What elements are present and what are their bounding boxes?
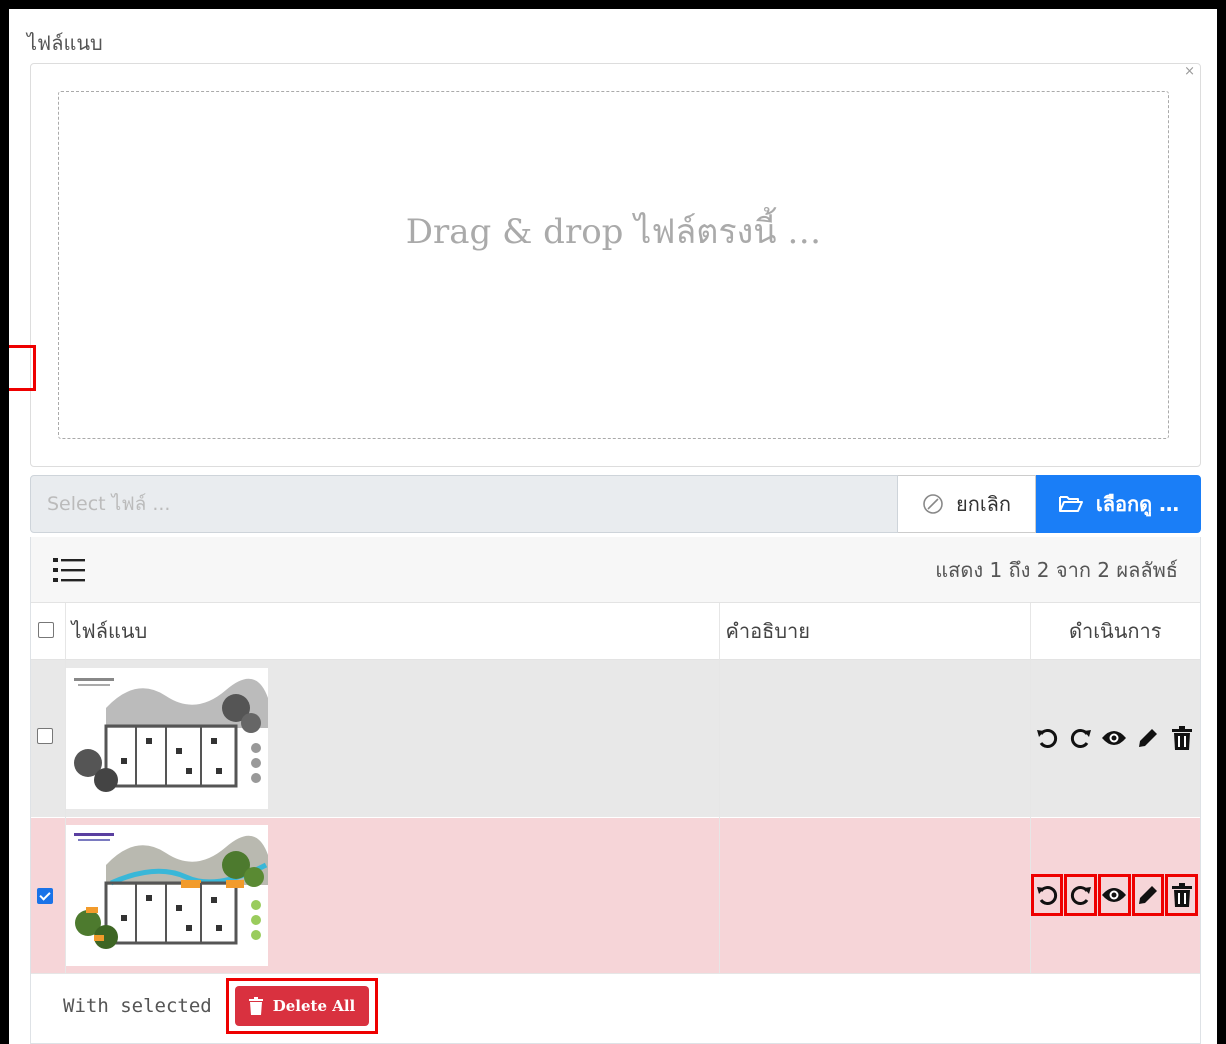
trash-icon[interactable] xyxy=(1165,717,1198,759)
rotate-right-icon[interactable] xyxy=(1064,874,1097,917)
bulk-actions-bar: With selected Delete All xyxy=(31,973,1200,1037)
table-row xyxy=(31,817,1200,973)
row-select-cell xyxy=(31,659,66,817)
list-icon[interactable] xyxy=(53,557,85,583)
row-checkbox[interactable] xyxy=(37,887,53,904)
drop-zone-text: Drag & drop ไฟล์ตรงนี้ … xyxy=(405,212,822,252)
drop-zone[interactable]: Drag & drop ไฟล์ตรงนี้ … xyxy=(58,91,1169,439)
file-cell xyxy=(65,659,720,817)
header-actions: ดำเนินการ xyxy=(1069,618,1162,643)
description-cell xyxy=(719,817,1031,973)
header-select-cell xyxy=(31,603,66,659)
description-cell xyxy=(719,659,1031,817)
select-all-checkbox[interactable] xyxy=(38,621,54,638)
attachment-widget: ไฟล์แนบ × Drag & drop ไฟล์ตรงนี้ … Selec… xyxy=(9,9,1217,1044)
actions-cell xyxy=(1030,817,1200,973)
pencil-icon[interactable] xyxy=(1132,717,1165,759)
rotate-left-icon[interactable] xyxy=(1030,874,1064,917)
file-caption-placeholder: Select ไฟล์ ... xyxy=(47,493,171,515)
file-thumbnail[interactable] xyxy=(65,667,268,809)
browse-button-label: เลือกดู … xyxy=(1095,492,1180,516)
eye-icon[interactable] xyxy=(1097,874,1131,917)
rotate-left-icon[interactable] xyxy=(1031,717,1064,759)
file-table: ไฟล์แนบ คำอธิบาย ดำเนินการ xyxy=(31,603,1200,973)
file-cell xyxy=(65,817,720,973)
actions-cell xyxy=(1030,659,1200,817)
delete-all-button[interactable]: Delete All xyxy=(234,985,370,1026)
results-summary: แสดง 1 ถึง 2 จาก 2 ผลลัพธ์ xyxy=(935,557,1178,582)
section-title: ไฟล์แนบ xyxy=(27,31,103,55)
row-checkbox[interactable] xyxy=(37,728,53,744)
file-table-panel: แสดง 1 ถึง 2 จาก 2 ผลลัพธ์ ไฟล์แนบ คำอธิ… xyxy=(30,537,1201,1044)
close-icon[interactable]: × xyxy=(1184,65,1195,79)
trash-icon[interactable] xyxy=(1165,874,1199,917)
eye-icon[interactable] xyxy=(1098,717,1131,759)
rotate-right-icon[interactable] xyxy=(1064,717,1097,759)
cancel-button[interactable]: ยกเลิก xyxy=(898,475,1036,533)
row-select-cell xyxy=(31,817,66,973)
file-thumbnail[interactable] xyxy=(65,824,268,966)
with-selected-label: With selected xyxy=(63,994,212,1017)
folder-open-icon xyxy=(1058,496,1083,512)
trash-icon xyxy=(248,996,263,1015)
table-row xyxy=(31,659,1200,817)
drop-panel: × Drag & drop ไฟล์ตรงนี้ … xyxy=(30,63,1201,467)
table-toolbar: แสดง 1 ถึง 2 จาก 2 ผลลัพธ์ xyxy=(31,537,1200,603)
delete-all-label: Delete All xyxy=(272,996,356,1015)
annotation-box xyxy=(9,345,36,391)
file-caption-input[interactable]: Select ไฟล์ ... xyxy=(30,475,898,533)
header-file: ไฟล์แนบ xyxy=(65,603,720,659)
cancel-button-label: ยกเลิก xyxy=(955,492,1012,516)
table-header-row: ไฟล์แนบ คำอธิบาย ดำเนินการ xyxy=(31,603,1200,659)
file-input-group: Select ไฟล์ ... ยกเลิก เลือกดู … xyxy=(30,475,1201,533)
ban-icon xyxy=(923,494,943,514)
header-description: คำอธิบาย xyxy=(719,603,1031,659)
annotation-box: Delete All xyxy=(225,977,379,1034)
pencil-icon[interactable] xyxy=(1131,874,1165,917)
browse-button[interactable]: เลือกดู … xyxy=(1036,475,1201,533)
